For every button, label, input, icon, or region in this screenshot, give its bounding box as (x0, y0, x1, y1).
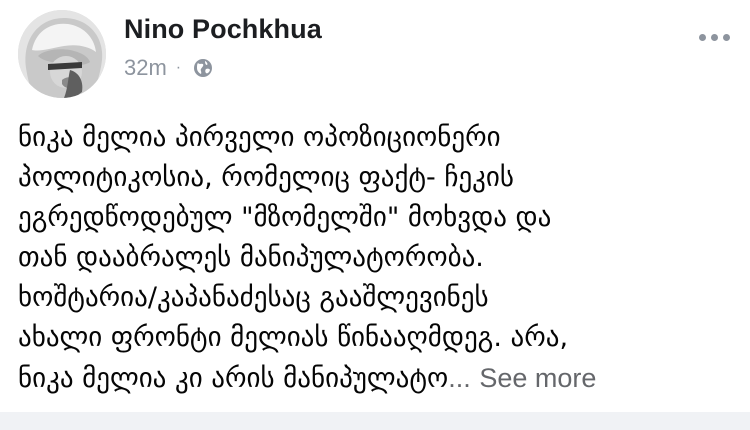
post-text-line: პოლიტიკოსია, რომელიც ფაქტ- ჩეკის (18, 162, 515, 193)
author-name[interactable]: Nino Pochkhua (124, 14, 322, 45)
feed-post: Nino Pochkhua 32m · ნიკა მელია პირველი ო… (0, 0, 750, 410)
post-text-line: თან დააბრალეს მანიპულატორობა. (18, 242, 484, 273)
feed-divider (0, 412, 750, 430)
avatar-photo (18, 10, 106, 98)
post-text-truncated: ნიკა მელია კი არის მანიპულატო (18, 363, 449, 394)
post-text: ნიკა მელია პირველი ოპოზიციონერი პოლიტიკო… (18, 118, 738, 398)
author-avatar[interactable] (18, 10, 106, 98)
post-timestamp[interactable]: 32m (124, 55, 167, 81)
post-text-line: ხოშტარია/კაპანაძესაც გააშლევინეს (18, 282, 489, 313)
post-text-line: ეგრედწოდებულ "მზომელში" მოხვდა და (18, 202, 552, 233)
more-options-button[interactable] (693, 28, 736, 47)
post-text-line: ნიკა მელია პირველი ოპოზიციონერი (18, 122, 501, 153)
more-options-icon (699, 34, 706, 41)
post-text-line: ახალი ფრონტი მელიას წინააღმდეგ. არა, (18, 322, 569, 353)
see-more-link[interactable]: See more (479, 363, 596, 393)
post-text-last-line: ნიკა მელია კი არის მანიპულატო... See mor… (18, 358, 738, 398)
meta-separator: · (175, 59, 182, 76)
post-meta: 32m · (124, 55, 213, 81)
globe-icon[interactable] (193, 58, 213, 78)
ellipsis: ... (448, 363, 471, 393)
